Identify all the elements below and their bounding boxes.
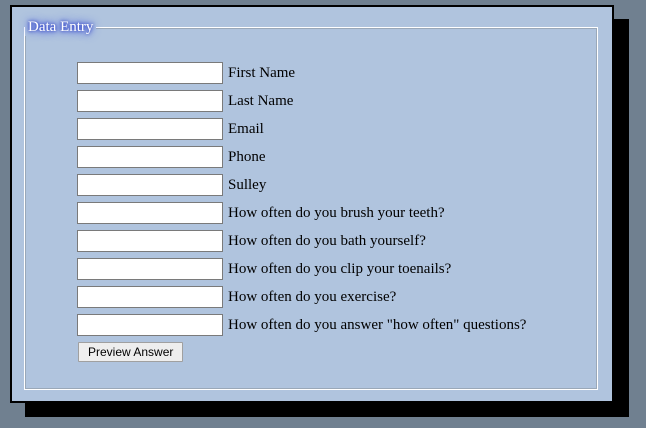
field-row-sulley: Sulley xyxy=(77,171,526,199)
preview-answer-button[interactable]: Preview Answer xyxy=(78,342,184,362)
how-often-questions-label: How often do you answer "how often" ques… xyxy=(228,316,527,333)
sulley-input[interactable] xyxy=(77,174,223,196)
brush-teeth-input[interactable] xyxy=(77,202,223,224)
field-row-toenails: How often do you clip your toenails? xyxy=(77,255,526,283)
field-row-brush-teeth: How often do you brush your teeth? xyxy=(77,199,526,227)
bath-label: How often do you bath yourself? xyxy=(228,232,426,249)
how-often-questions-input[interactable] xyxy=(77,314,223,336)
fieldset-legend: Data Entry xyxy=(25,18,97,36)
bath-input[interactable] xyxy=(77,230,223,252)
exercise-input[interactable] xyxy=(77,286,223,308)
form-fields: First Name Last Name Email Phone Sulley … xyxy=(77,59,526,339)
exercise-label: How often do you exercise? xyxy=(228,288,397,305)
last-name-label: Last Name xyxy=(228,92,294,109)
sulley-label: Sulley xyxy=(228,176,267,193)
data-entry-panel: Data Entry First Name Last Name Email Ph… xyxy=(10,5,614,403)
first-name-input[interactable] xyxy=(77,62,223,84)
toenails-label: How often do you clip your toenails? xyxy=(228,260,452,277)
toenails-input[interactable] xyxy=(77,258,223,280)
field-row-phone: Phone xyxy=(77,143,526,171)
phone-label: Phone xyxy=(228,148,266,165)
field-row-last-name: Last Name xyxy=(77,87,526,115)
email-label: Email xyxy=(228,120,264,137)
field-row-first-name: First Name xyxy=(77,59,526,87)
field-row-exercise: How often do you exercise? xyxy=(77,283,526,311)
phone-input[interactable] xyxy=(77,146,223,168)
field-row-email: Email xyxy=(77,115,526,143)
brush-teeth-label: How often do you brush your teeth? xyxy=(228,204,445,221)
email-input[interactable] xyxy=(77,118,223,140)
last-name-input[interactable] xyxy=(77,90,223,112)
first-name-label: First Name xyxy=(228,64,296,81)
field-row-bath: How often do you bath yourself? xyxy=(77,227,526,255)
field-row-how-often-questions: How often do you answer "how often" ques… xyxy=(77,311,526,339)
